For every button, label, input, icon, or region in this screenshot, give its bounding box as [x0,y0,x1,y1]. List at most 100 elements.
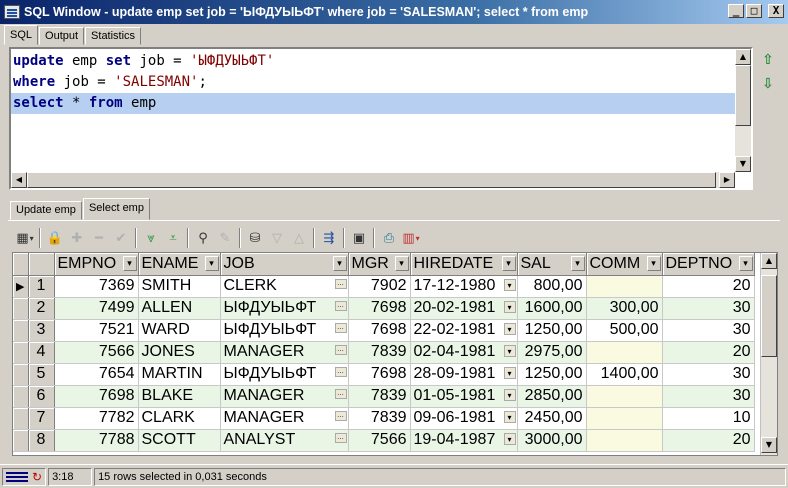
cell-deptno[interactable]: 30 [662,319,755,342]
find-icon[interactable]: ⚲ [192,227,214,249]
cell-job[interactable]: ЫФДУЫЬФТ... [220,297,349,320]
print-icon[interactable]: ⎙ [378,227,400,249]
cell-hiredate[interactable]: 28-09-1981 ▾ [410,363,518,386]
cell-hiredate[interactable]: 09-06-1981 ▾ [410,407,518,430]
cell-sal[interactable]: 3000,00 [517,429,587,452]
date-dropdown-icon[interactable]: ▾ [503,388,516,401]
cell-empno[interactable]: 7499 [54,297,139,320]
cell-ename[interactable]: SMITH [138,275,221,298]
cell-mgr[interactable]: 7839 [348,407,411,430]
table-row[interactable]: 4 7566 JONES MANAGER... 7839 02-04-1981 ▾ 2975,… [13,341,755,364]
results-grid[interactable]: EMPNO ENAME JOB MGR HIREDATE SAL COMM DE… [12,252,778,456]
date-dropdown-icon[interactable]: ▾ [503,278,516,291]
cell-mgr[interactable]: 7698 [348,363,411,386]
scroll-down-icon[interactable]: ▼ [761,437,777,453]
table-row[interactable]: 7 7782 CLARK MANAGER... 7839 09-06-1981 ▾ 2450,… [13,407,755,430]
column-header-empno[interactable]: EMPNO [54,253,139,276]
cell-ename[interactable]: BLAKE [138,385,221,408]
cell-comm[interactable] [586,407,663,430]
cell-editor-button[interactable]: ... [334,344,347,355]
sql-editor[interactable]: update emp set job = 'ЫФДУЫЬФТ' where jo… [9,47,753,190]
save-icon[interactable]: ▣ [348,227,370,249]
cell-sal[interactable]: 800,00 [517,275,587,298]
cell-job[interactable]: ANALYST... [220,429,349,452]
cell-hiredate[interactable]: 01-05-1981 ▾ [410,385,518,408]
scroll-thumb[interactable] [27,172,716,188]
cell-sal[interactable]: 1250,00 [517,319,587,342]
cell-job[interactable]: CLERK... [220,275,349,298]
date-dropdown-icon[interactable]: ▾ [503,432,516,445]
cell-ename[interactable]: MARTIN [138,363,221,386]
row-indicator[interactable] [13,297,29,320]
cell-hiredate[interactable]: 02-04-1981 ▾ [410,341,518,364]
cell-mgr[interactable]: 7698 [348,297,411,320]
cell-editor-button[interactable]: ... [334,366,347,377]
cell-empno[interactable]: 7521 [54,319,139,342]
scroll-up-icon[interactable]: ▲ [761,253,777,269]
table-row[interactable]: 8 7788 SCOTT ANALYST... 7566 19-04-1987 ▾ 3000,… [13,429,755,452]
date-dropdown-icon[interactable]: ▾ [503,344,516,357]
tab-output[interactable]: Output [39,27,85,45]
cell-ename[interactable]: ALLEN [138,297,221,320]
column-header-deptno[interactable]: DEPTNO [662,253,755,276]
cell-deptno[interactable]: 10 [662,407,755,430]
cell-comm[interactable] [586,429,663,452]
row-indicator[interactable] [13,385,29,408]
column-header-job[interactable]: JOB [220,253,349,276]
cell-empno[interactable]: 7566 [54,341,139,364]
cell-sal[interactable]: 1600,00 [517,297,587,320]
cell-editor-button[interactable]: ... [334,432,347,443]
row-indicator[interactable] [13,319,29,342]
tab-statistics[interactable]: Statistics [85,27,142,45]
cell-empno[interactable]: 7698 [54,385,139,408]
cell-job[interactable]: ЫФДУЫЬФТ... [220,319,349,342]
row-indicator[interactable] [13,429,29,452]
column-header-comm[interactable]: COMM [586,253,663,276]
previous-icon[interactable]: ▽ [266,227,288,249]
editor-vertical-scrollbar[interactable]: ▲ ▼ [735,49,751,172]
insert-record-icon[interactable]: ✚ [66,227,88,249]
date-dropdown-icon[interactable]: ▾ [503,410,516,423]
clear-icon[interactable]: ✎ [214,227,236,249]
cell-hiredate[interactable]: 20-02-1981 ▾ [410,297,518,320]
cell-ename[interactable]: SCOTT [138,429,221,452]
cell-deptno[interactable]: 20 [662,429,755,452]
cell-sal[interactable]: 2450,00 [517,407,587,430]
scroll-thumb[interactable] [735,65,751,126]
cell-comm[interactable]: 300,00 [586,297,663,320]
cell-mgr[interactable]: 7698 [348,319,411,342]
column-header-hiredate[interactable]: HIREDATE [410,253,518,276]
scroll-right-icon[interactable]: ▶ [719,172,735,188]
close-button[interactable]: X [768,4,784,18]
scroll-up-icon[interactable]: ▲ [735,49,751,65]
cell-comm[interactable]: 1400,00 [586,363,663,386]
scroll-down-icon[interactable]: ▼ [735,156,751,172]
minimize-button[interactable]: _ [728,4,744,18]
cell-mgr[interactable]: 7839 [348,341,411,364]
cell-job[interactable]: MANAGER... [220,385,349,408]
cell-sal[interactable]: 2975,00 [517,341,587,364]
row-indicator[interactable]: ▶ [13,275,29,298]
cell-comm[interactable] [586,385,663,408]
cell-empno[interactable]: 7788 [54,429,139,452]
cell-sal[interactable]: 2850,00 [517,385,587,408]
table-row[interactable]: ▶ 1 7369 SMITH CLERK... 7902 17-12-1980 ▾ 800,00… [13,275,755,298]
tab-update-emp[interactable]: Update emp [10,201,82,220]
cell-comm[interactable] [586,341,663,364]
move-down-icon[interactable]: ⇩ [760,76,776,92]
editor-horizontal-scrollbar[interactable]: ◀ ▶ [11,172,735,188]
chart-icon[interactable]: ▥ ▾ [400,227,422,249]
maximize-button[interactable]: □ [746,4,762,18]
cell-empno[interactable]: 7782 [54,407,139,430]
cell-ename[interactable]: JONES [138,341,221,364]
column-header-sal[interactable]: SAL [517,253,587,276]
cell-deptno[interactable]: 20 [662,275,755,298]
scroll-left-icon[interactable]: ◀ [11,172,27,188]
next-icon[interactable]: △ [288,227,310,249]
sql-code[interactable]: update emp set job = 'ЫФДУЫЬФТ' where jo… [11,51,735,114]
table-row[interactable]: 2 7499 ALLEN ЫФДУЫЬФТ... 7698 20-02-1981 ▾ 1600… [13,297,755,320]
cell-editor-button[interactable]: ... [334,278,347,289]
row-indicator[interactable] [13,407,29,430]
cell-deptno[interactable]: 30 [662,297,755,320]
cell-empno[interactable]: 7369 [54,275,139,298]
